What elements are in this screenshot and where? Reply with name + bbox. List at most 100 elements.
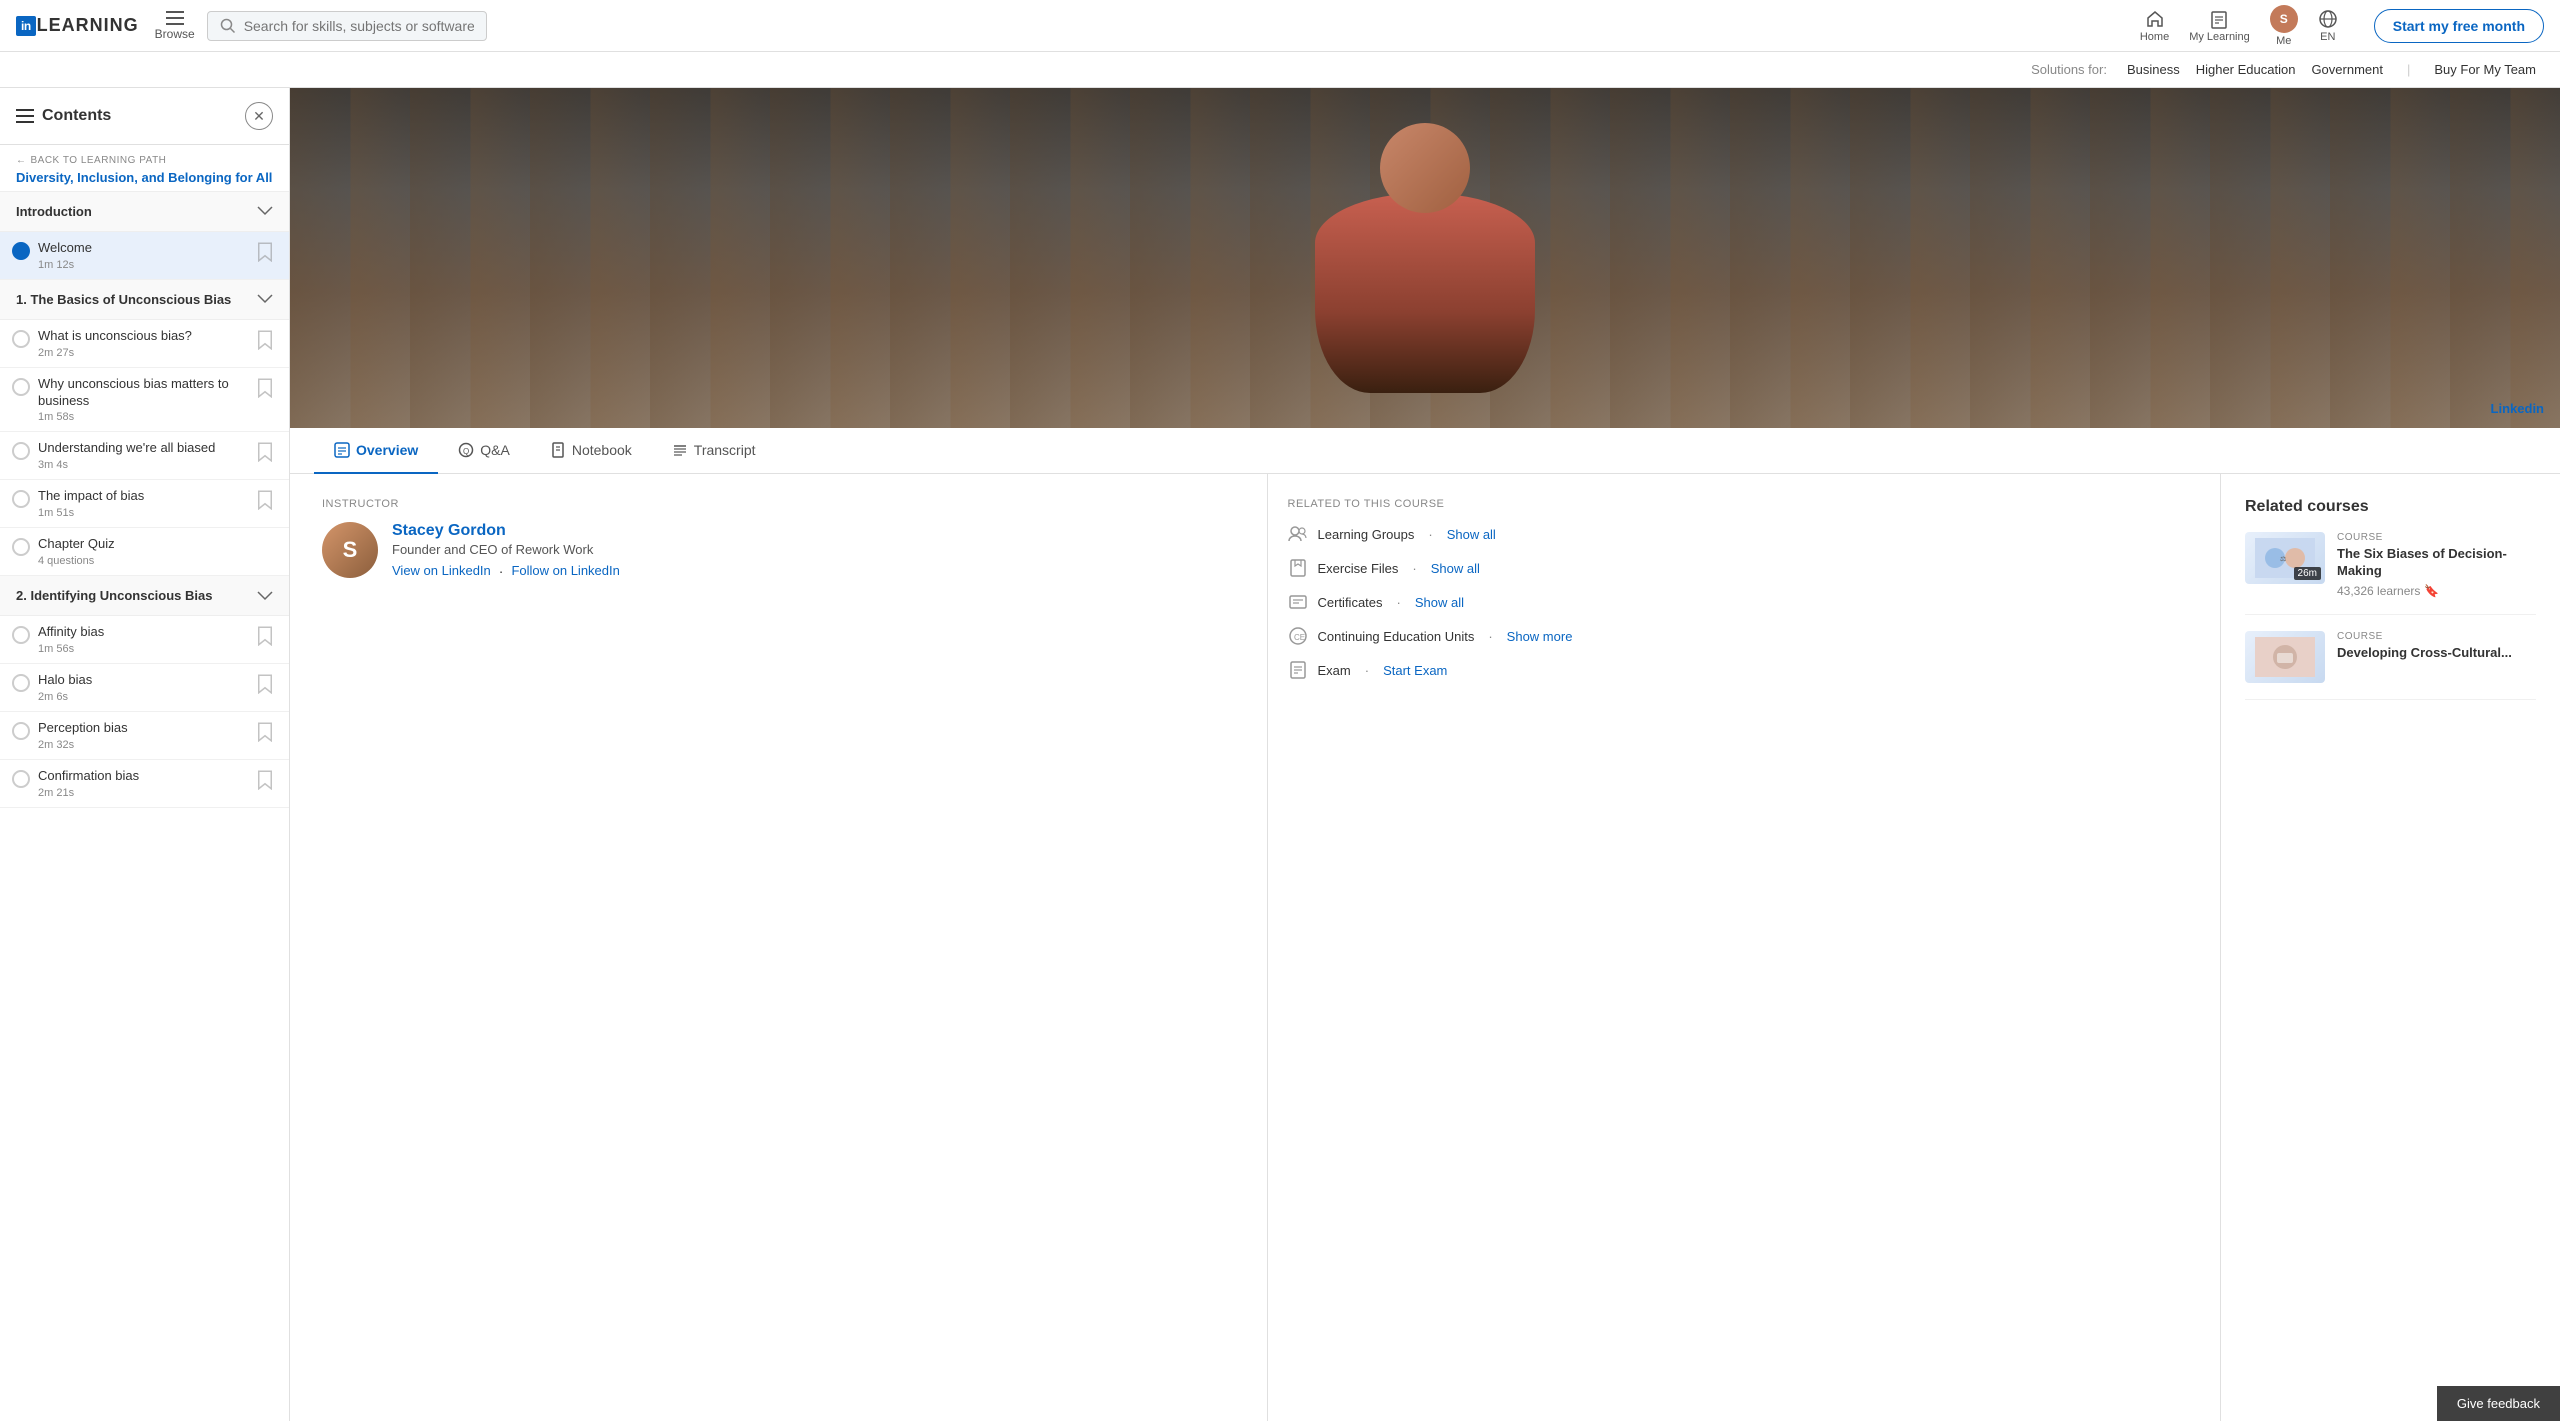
course-type-1: COURSE — [2337, 532, 2536, 543]
tab-label-transcript: Transcript — [694, 442, 756, 458]
lesson-duration: 4 questions — [38, 555, 273, 567]
me-nav-item[interactable]: S Me — [2270, 5, 2298, 47]
bookmark-icon[interactable] — [257, 626, 273, 646]
language-nav-item[interactable]: EN — [2318, 9, 2338, 43]
bookmark-icon[interactable] — [257, 330, 273, 350]
section-label-intro: Introduction — [16, 204, 92, 219]
lesson-item-confirmation[interactable]: Confirmation bias 2m 21s — [0, 760, 289, 808]
course-type-2: COURSE — [2337, 631, 2512, 642]
back-to-path[interactable]: ← BACK TO LEARNING PATH Diversity, Inclu… — [0, 145, 289, 192]
lesson-item-welcome[interactable]: Welcome 1m 12s — [0, 232, 289, 280]
tab-label-overview: Overview — [356, 442, 418, 458]
bookmark-icon[interactable] — [257, 770, 273, 790]
linkedin-watermark: Linkedin — [2491, 401, 2544, 416]
bookmark-icon[interactable] — [257, 722, 273, 742]
exam-link[interactable]: Start Exam — [1383, 663, 1447, 678]
tab-qa[interactable]: Q Q&A — [438, 428, 530, 474]
tab-label-notebook: Notebook — [572, 442, 632, 458]
section-header-2[interactable]: 2. Identifying Unconscious Bias — [0, 576, 289, 616]
close-button[interactable]: ✕ — [245, 102, 273, 130]
lesson-item-affinity[interactable]: Affinity bias 1m 56s — [0, 616, 289, 664]
course-learners-1: 43,326 learners 🔖 — [2337, 584, 2536, 598]
instructor-card: S Stacey Gordon Founder and CEO of Rewor… — [322, 522, 1235, 579]
search-bar[interactable] — [207, 11, 487, 41]
video-player[interactable]: Linkedin — [290, 88, 2560, 428]
bookmark-icon[interactable] — [257, 490, 273, 510]
view-on-linkedin-link[interactable]: View on LinkedIn — [392, 563, 491, 579]
buy-link[interactable]: Buy For My Team — [2434, 62, 2536, 77]
lesson-status — [12, 538, 30, 556]
course-duration-1: 26m — [2294, 567, 2321, 580]
lesson-status — [12, 442, 30, 460]
notebook-icon — [550, 442, 566, 458]
lesson-item-quiz1[interactable]: Chapter Quiz 4 questions — [0, 528, 289, 576]
government-link[interactable]: Government — [2311, 62, 2383, 77]
lesson-status — [12, 378, 30, 396]
section-header-1[interactable]: 1. The Basics of Unconscious Bias — [0, 280, 289, 320]
course-bookmark-1[interactable]: 🔖 — [2424, 584, 2439, 598]
home-nav-item[interactable]: Home — [2140, 9, 2169, 43]
give-feedback-button[interactable]: Give feedback — [2437, 1386, 2560, 1421]
instructor-title: Founder and CEO of Rework Work — [392, 542, 620, 557]
related-exercise-files: Exercise Files · Show all — [1288, 558, 2201, 578]
instructor-name[interactable]: Stacey Gordon — [392, 522, 620, 540]
exercise-files-link[interactable]: Show all — [1431, 561, 1480, 576]
related-courses-title: Related courses — [2245, 498, 2536, 516]
related-exam: Exam · Start Exam — [1288, 660, 2201, 680]
logo[interactable]: in LEARNING — [16, 15, 139, 36]
course-name-2[interactable]: Developing Cross-Cultural... — [2337, 645, 2512, 662]
certificates-link[interactable]: Show all — [1415, 595, 1464, 610]
follow-on-linkedin-link[interactable]: Follow on LinkedIn — [511, 563, 619, 579]
lesson-item-what-is[interactable]: What is unconscious bias? 2m 27s — [0, 320, 289, 368]
menu-icon — [16, 109, 34, 123]
back-label: ← BACK TO LEARNING PATH — [16, 155, 273, 166]
course-name-1[interactable]: The Six Biases of Decision-Making — [2337, 546, 2536, 580]
lesson-item-why-matters[interactable]: Why unconscious bias matters to business… — [0, 368, 289, 433]
chevron-down-icon-1 — [257, 294, 273, 304]
home-icon — [2145, 9, 2165, 29]
lesson-duration: 1m 58s — [38, 411, 249, 423]
exam-label: Exam — [1318, 663, 1351, 678]
lesson-item-perception[interactable]: Perception bias 2m 32s — [0, 712, 289, 760]
browse-button[interactable]: Browse — [155, 11, 195, 41]
tab-overview[interactable]: Overview — [314, 428, 438, 474]
lesson-status — [12, 330, 30, 348]
business-link[interactable]: Business — [2127, 62, 2180, 77]
instructor-section-label: INSTRUCTOR — [322, 498, 1235, 510]
tab-transcript[interactable]: Transcript — [652, 428, 776, 474]
instructor-links: View on LinkedIn · Follow on LinkedIn — [392, 563, 620, 579]
svg-text:⚖: ⚖ — [2280, 555, 2286, 563]
lesson-item-impact[interactable]: The impact of bias 1m 51s — [0, 480, 289, 528]
section-header-intro[interactable]: Introduction — [0, 192, 289, 232]
my-learning-nav-item[interactable]: My Learning — [2189, 9, 2250, 43]
sidebar-title: Contents — [16, 107, 111, 125]
exercise-files-icon — [1288, 558, 1308, 578]
section-label-1: 1. The Basics of Unconscious Bias — [16, 292, 231, 307]
tab-notebook[interactable]: Notebook — [530, 428, 652, 474]
search-input[interactable] — [244, 18, 474, 34]
bookmark-icon-welcome[interactable] — [257, 242, 273, 262]
bookmark-icon[interactable] — [257, 378, 273, 398]
higher-education-link[interactable]: Higher Education — [2196, 62, 2296, 77]
bookmark-icon[interactable] — [257, 442, 273, 462]
exercise-files-label: Exercise Files — [1318, 561, 1399, 576]
lesson-name: Chapter Quiz — [38, 536, 273, 553]
course-thumb-2 — [2245, 631, 2325, 683]
me-label: Me — [2276, 35, 2291, 47]
certificates-icon — [1288, 592, 1308, 612]
lesson-name: Confirmation bias — [38, 768, 249, 785]
section-label-2: 2. Identifying Unconscious Bias — [16, 588, 212, 603]
course-thumb-1: ⚖ 26m — [2245, 532, 2325, 584]
sidebar: Contents ✕ ← BACK TO LEARNING PATH Diver… — [0, 88, 290, 1421]
instructor-info: Stacey Gordon Founder and CEO of Rework … — [392, 522, 620, 579]
lang-label: EN — [2320, 31, 2335, 43]
lesson-status-welcome — [12, 242, 30, 260]
learning-groups-link[interactable]: Show all — [1447, 527, 1496, 542]
ceu-link[interactable]: Show more — [1507, 629, 1573, 644]
free-trial-button[interactable]: Start my free month — [2374, 9, 2544, 43]
lesson-item-were-all[interactable]: Understanding we're all biased 3m 4s — [0, 432, 289, 480]
lesson-name: What is unconscious bias? — [38, 328, 249, 345]
lesson-item-halo[interactable]: Halo bias 2m 6s — [0, 664, 289, 712]
bookmark-icon[interactable] — [257, 674, 273, 694]
home-label: Home — [2140, 31, 2169, 43]
